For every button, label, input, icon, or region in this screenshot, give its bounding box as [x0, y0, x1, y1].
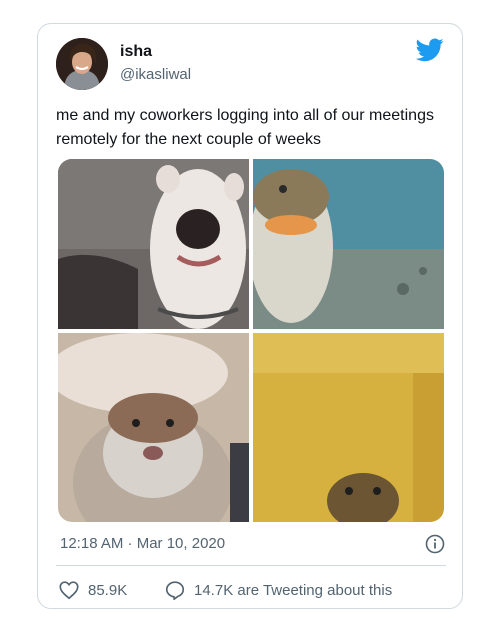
- tweet-card[interactable]: isha @ikasliwal me and my coworkers logg…: [37, 23, 463, 609]
- author-avatar[interactable]: [56, 38, 108, 90]
- hamster-close-up-photo[interactable]: [58, 333, 249, 522]
- tweet-text: me and my coworkers logging into all of …: [56, 107, 434, 148]
- author-handle[interactable]: @ikasliwal: [120, 66, 191, 83]
- tweet-timestamp[interactable]: 12:18 AM · Mar 10, 2020: [60, 535, 225, 552]
- author-display-name[interactable]: isha: [120, 43, 152, 61]
- fish-close-up-photo[interactable]: [253, 159, 444, 329]
- divider: [56, 565, 446, 566]
- like-count: 85.9K: [88, 581, 128, 599]
- media-grid[interactable]: [58, 159, 444, 522]
- dog-close-up-photo[interactable]: [58, 159, 249, 329]
- reply-bubble-icon: [165, 581, 185, 600]
- tweeting-about-link[interactable]: 14.7K are Tweeting about this: [164, 579, 392, 601]
- profile-photo: [56, 38, 108, 90]
- like-button[interactable]: 85.9K: [58, 579, 127, 601]
- info-icon[interactable]: [425, 534, 445, 554]
- twitter-bird-icon[interactable]: [416, 38, 444, 62]
- lizard-peeking-photo[interactable]: [253, 333, 444, 522]
- tweeting-about-label: 14.7K are Tweeting about this: [194, 581, 393, 599]
- heart-icon: [59, 581, 79, 600]
